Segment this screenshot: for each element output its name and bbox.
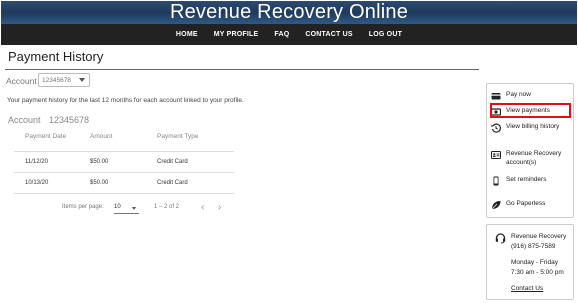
column-payment-date[interactable]: Payment Date: [25, 133, 66, 140]
contact-us-link[interactable]: Contact Us: [511, 284, 543, 293]
page-size-underline: [114, 213, 139, 214]
sidebar-item-accounts[interactable]: Revenue Recovery account(s): [491, 149, 573, 167]
cell-amount: $50.00: [90, 180, 109, 186]
nav-faq[interactable]: FAQ: [274, 31, 289, 38]
account-select-label: Account: [6, 76, 37, 86]
main-nav: HOME MY PROFILE FAQ CONTACT US LOG OUT: [1, 24, 577, 45]
contact-phone: (916) 875-7589: [511, 243, 556, 250]
cell-amount: $50.00: [90, 159, 109, 165]
contact-hours-time: 7:30 am - 5:00 pm: [511, 269, 564, 276]
previous-page-button[interactable]: ‹: [201, 202, 204, 213]
sidebar-item-label: View billing history: [506, 123, 560, 130]
sidebar-item-label: Go Paperless: [506, 200, 546, 207]
paginator: Items per page: 10 1 – 2 of 2 ‹ ›: [62, 202, 232, 215]
history-description: Your payment history for the last 12 mon…: [7, 97, 244, 104]
site-banner: Revenue Recovery Online: [1, 1, 577, 24]
mobile-phone-icon: [493, 176, 499, 186]
next-page-button[interactable]: ›: [218, 202, 221, 213]
items-per-page-label: Items per page:: [62, 204, 104, 210]
contact-hours-days: Monday - Friday: [511, 259, 558, 266]
sidebar-item-pay-now[interactable]: Pay now: [491, 90, 573, 101]
id-card-icon: [491, 150, 501, 160]
table-row: 11/12/20 $50.00 Credit Card: [14, 151, 234, 172]
headset-icon: [495, 233, 506, 244]
nav-my-profile[interactable]: MY PROFILE: [214, 31, 259, 38]
sidebar-item-view-billing-history[interactable]: View billing history: [491, 122, 573, 133]
sidebar-item-label: Pay now: [506, 91, 531, 98]
table-divider: [14, 193, 234, 194]
credit-card-icon: [491, 93, 501, 100]
contact-panel: Revenue Recovery (916) 875-7589 Monday -…: [486, 224, 574, 300]
nav-contact-us[interactable]: CONTACT US: [305, 31, 352, 38]
sidebar-item-set-reminders[interactable]: Set reminders: [491, 175, 573, 186]
site-title: Revenue Recovery Online: [169, 1, 409, 23]
title-divider: [5, 69, 479, 70]
history-icon: [491, 123, 501, 133]
cell-payment-type: Credit Card: [157, 159, 188, 165]
table-row: 10/13/20 $50.00 Credit Card: [14, 172, 234, 193]
nav-log-out[interactable]: LOG OUT: [369, 31, 402, 38]
table-header: Payment Date Amount Payment Type: [14, 131, 234, 148]
leaf-icon: [491, 201, 501, 210]
account-select[interactable]: 12345678: [38, 73, 90, 87]
page-title: Payment History: [8, 49, 104, 64]
page-size-select[interactable]: 10: [114, 204, 121, 210]
cell-payment-date: 11/12/20: [25, 159, 48, 165]
contact-name: Revenue Recovery: [511, 233, 567, 240]
column-amount[interactable]: Amount: [90, 133, 112, 140]
page-range: 1 – 2 of 2: [154, 204, 180, 210]
chevron-down-icon: [79, 78, 85, 82]
nav-home[interactable]: HOME: [176, 31, 198, 38]
column-payment-type[interactable]: Payment Type: [157, 133, 198, 140]
sidebar-item-go-paperless[interactable]: Go Paperless: [491, 199, 573, 210]
account-heading-number: 12345678: [49, 115, 90, 125]
chevron-down-icon[interactable]: [132, 207, 136, 210]
sidebar-item-label: Revenue Recovery account(s): [506, 150, 562, 166]
cell-payment-type: Credit Card: [157, 180, 188, 186]
account-select-value: 12345678: [42, 77, 71, 84]
account-heading-label: Account: [8, 115, 41, 125]
cell-payment-date: 10/13/20: [25, 180, 49, 186]
payment-table: Payment Date Amount Payment Type 11/12/2…: [14, 131, 234, 194]
view-payments-highlight: [490, 103, 571, 118]
sidebar-item-label: Set reminders: [506, 176, 547, 183]
